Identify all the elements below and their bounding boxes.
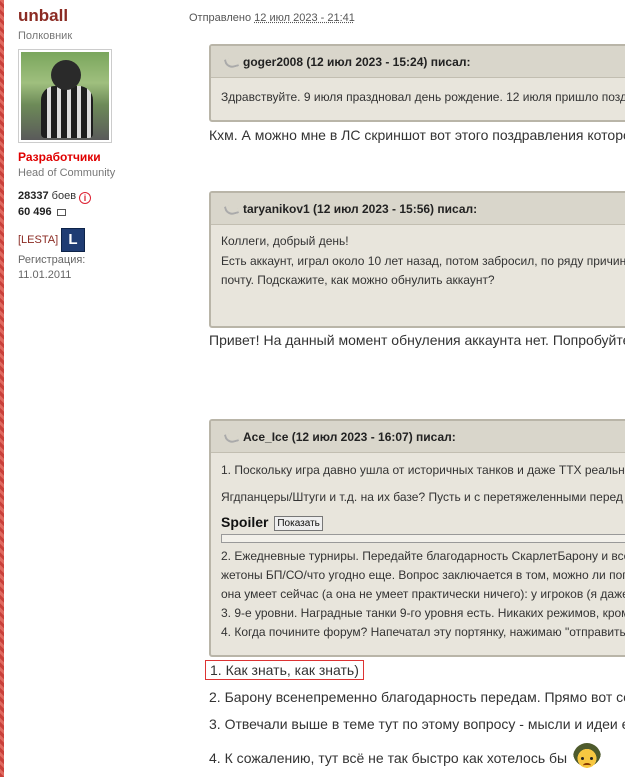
clan-badge-icon[interactable]: L xyxy=(61,228,85,252)
posts-stat: 60 496 xyxy=(18,206,66,218)
author-title: Head of Community xyxy=(18,167,116,179)
avatar[interactable] xyxy=(18,49,112,143)
quote-header: goger2008 (12 июл 2023 - 15:24) писал: xyxy=(211,46,625,78)
highlighted-line: 1. Как знать, как знать) xyxy=(205,660,364,680)
left-edge-stripe xyxy=(0,0,4,777)
reply-text: Привет! На данный момент обнуления аккау… xyxy=(209,332,625,348)
quote-icon xyxy=(223,56,240,70)
quote-icon xyxy=(223,203,240,217)
quote-body: Здравствуйте. 9 июля праздновал день рож… xyxy=(221,90,625,104)
post-date: Отправлено 12 июл 2023 - 21:41 xyxy=(189,12,355,24)
registration-date: 11.01.2011 xyxy=(18,269,72,281)
avatar-image xyxy=(21,52,109,140)
reply-text: Кхм. А можно мне в ЛС скриншот вот этого… xyxy=(209,127,625,143)
author-name-link[interactable]: unball xyxy=(18,6,68,26)
quote-body: 1. Поскольку игра давно ушла от историчн… xyxy=(211,453,625,642)
quote-icon xyxy=(223,431,240,445)
quote-header: Ace_Ice (12 июл 2023 - 16:07) писал: xyxy=(211,421,625,453)
author-rank: Полковник xyxy=(18,30,73,42)
reply-text: 3. Отвечали выше в теме тут по этому воп… xyxy=(209,716,625,732)
post-date-link[interactable]: 12 июл 2023 - 21:41 xyxy=(254,12,355,24)
smiley-icon xyxy=(573,743,602,771)
spoiler-header: Spoiler Показать xyxy=(221,513,625,532)
quote-body: Коллеги, добрый день! Есть аккаунт, игра… xyxy=(221,234,625,287)
quote-block: Ace_Ice (12 июл 2023 - 16:07) писал: 1. … xyxy=(209,419,625,657)
info-icon[interactable]: i xyxy=(79,192,92,204)
quote-block: goger2008 (12 июл 2023 - 15:24) писал: З… xyxy=(209,44,625,122)
spoiler-show-button[interactable]: Показать xyxy=(274,516,323,531)
quote-block: taryanikov1 (12 июл 2023 - 15:56) писал:… xyxy=(209,191,625,328)
reply-text: 4. К сожалению, тут всё не так быстро ка… xyxy=(209,743,602,771)
message-icon xyxy=(56,209,66,216)
quote-header: taryanikov1 (12 июл 2023 - 15:56) писал: xyxy=(211,193,625,225)
battles-stat: 28337 боев i xyxy=(18,190,92,204)
spoiler-content-bar xyxy=(221,534,625,543)
registration-label: Регистрация: xyxy=(18,254,86,266)
reply-text: 2. Барону всенепременно благодарность пе… xyxy=(209,689,625,705)
reply-text: 1. Как знать, как знать) xyxy=(205,660,364,680)
author-group: Разработчики xyxy=(18,150,101,164)
clan-link[interactable]: [LESTA] xyxy=(18,234,58,246)
